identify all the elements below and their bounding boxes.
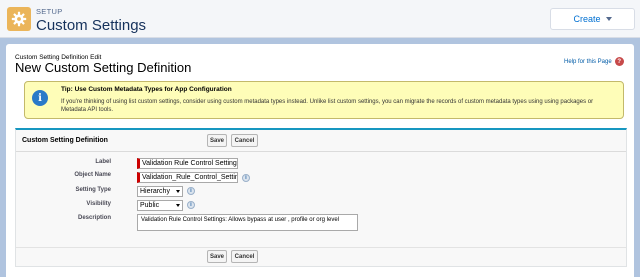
visibility-field-label: Visibility — [86, 201, 111, 207]
visibility-select[interactable]: Public — [137, 200, 183, 211]
label-field-label: Label — [95, 159, 111, 165]
chevron-down-icon — [176, 190, 180, 193]
tip-body: If you're thinking of using list custom … — [61, 99, 594, 113]
save-button-top[interactable]: Save — [207, 134, 227, 147]
setting-type-value: Hierarchy — [140, 188, 170, 195]
chevron-down-icon — [605, 17, 612, 21]
help-link-label: Help for this Page — [564, 58, 612, 65]
save-button-bottom[interactable]: Save — [207, 250, 227, 263]
gear-icon — [7, 7, 31, 31]
cancel-button-top[interactable]: Cancel — [231, 134, 258, 147]
object-name-input[interactable]: Validation_Rule_Control_Setting — [137, 172, 238, 183]
description-textarea[interactable]: Validation Rule Control Settings: Allows… — [137, 214, 358, 231]
description-field-label: Description — [77, 215, 111, 221]
header-eyebrow: SETUP — [36, 7, 63, 16]
object-name-field-label: Object Name — [74, 172, 111, 178]
visibility-info-icon[interactable]: i — [187, 201, 195, 209]
tip-message: i Tip: Use Custom Metadata Types for App… — [24, 81, 624, 119]
object-name-info-icon[interactable]: i — [242, 174, 250, 182]
create-button[interactable]: Create — [550, 8, 635, 30]
block-header: Custom Setting Definition Save Cancel — [16, 130, 626, 152]
divider — [16, 247, 626, 248]
header-title: Custom Settings — [36, 17, 147, 34]
setting-type-select[interactable]: Hierarchy — [137, 186, 183, 197]
visibility-value: Public — [140, 202, 160, 209]
help-icon: ? — [614, 57, 624, 66]
info-icon: i — [32, 90, 48, 106]
chevron-down-icon — [176, 204, 180, 207]
label-input[interactable]: Validation Rule Control Setting — [137, 158, 238, 169]
page-title: New Custom Setting Definition — [15, 60, 192, 75]
cancel-button-bottom[interactable]: Cancel — [231, 250, 258, 263]
tip-title: Tip: Use Custom Metadata Types for App C… — [61, 86, 232, 93]
setting-type-field-label: Setting Type — [75, 187, 111, 193]
edit-block: Custom Setting Definition Save Cancel La… — [15, 128, 627, 267]
setting-type-info-icon[interactable]: i — [187, 187, 195, 195]
page-header: SETUP Custom Settings Create — [0, 0, 640, 38]
section-title: Custom Setting Definition — [22, 137, 108, 144]
help-link[interactable]: Help for this Page ? — [564, 57, 624, 66]
main-panel: Custom Setting Definition Edit New Custo… — [6, 44, 634, 277]
create-button-label: Create — [573, 14, 601, 24]
